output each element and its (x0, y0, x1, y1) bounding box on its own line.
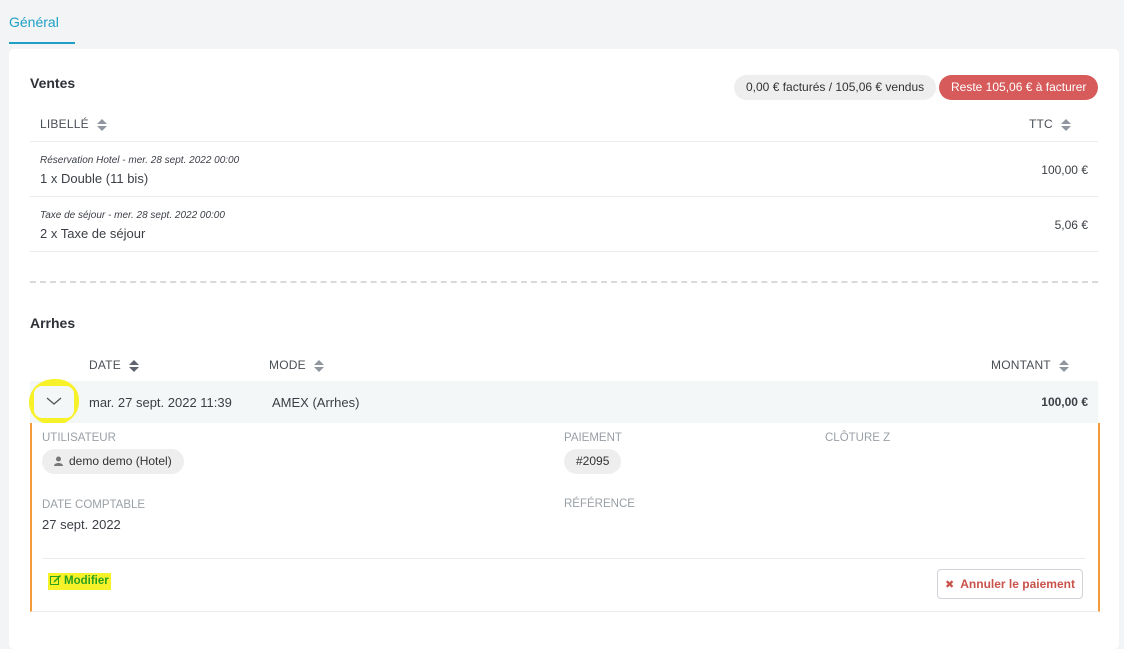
user-icon (54, 449, 63, 474)
column-header-date[interactable]: DATE (89, 358, 139, 372)
column-label-text: LIBELLÉ (40, 117, 89, 131)
row-subtitle: Taxe de séjour - mer. 28 sept. 2022 00:0… (40, 210, 225, 221)
payment-label: PAIEMENT (564, 432, 622, 444)
sort-icon (128, 359, 139, 372)
reference-label: RÉFÉRENCE (564, 498, 635, 510)
edit-icon (50, 573, 61, 590)
column-amount-text: MONTANT (991, 358, 1051, 372)
column-header-mode[interactable]: MODE (269, 358, 324, 372)
sort-icon (1058, 359, 1069, 372)
chevron-down-icon (46, 397, 62, 405)
divider (30, 196, 1098, 197)
cancel-label: Annuler le paiement (960, 577, 1075, 591)
row-amount: 100,00 € (1041, 163, 1088, 177)
sort-icon (1060, 118, 1071, 131)
column-date-text: DATE (89, 358, 121, 372)
divider (30, 141, 1098, 142)
column-header-ttc[interactable]: TTC (1029, 117, 1071, 131)
ventes-title: Ventes (30, 75, 76, 91)
modify-button[interactable]: Modifier (48, 573, 111, 590)
row-amount: 5,06 € (1054, 218, 1088, 232)
payment-amount: 100,00 € (1041, 395, 1088, 409)
closure-label: CLÔTURE Z (825, 432, 891, 444)
sort-icon (96, 118, 107, 131)
user-chip: demo demo (Hotel) (42, 449, 184, 474)
accounting-date-value: 27 sept. 2022 (42, 517, 121, 532)
column-header-label[interactable]: LIBELLÉ (40, 117, 107, 131)
expand-toggle-button[interactable] (34, 386, 74, 418)
cancel-payment-button[interactable]: ✖ Annuler le paiement (937, 569, 1083, 599)
divider (30, 251, 1098, 252)
remaining-to-bill-badge[interactable]: Reste 105,06 € à facturer (939, 75, 1099, 100)
row-subtitle: Réservation Hotel - mer. 28 sept. 2022 0… (40, 155, 240, 166)
billed-summary-badge: 0,00 € facturés / 105,06 € vendus (734, 75, 937, 100)
arrhes-title: Arrhes (30, 315, 76, 331)
tab-general[interactable]: Général (9, 14, 59, 30)
sort-icon (313, 359, 324, 372)
payment-number-chip: #2095 (564, 449, 622, 474)
column-mode-text: MODE (269, 358, 306, 372)
user-value: demo demo (Hotel) (69, 454, 172, 468)
accounting-date-label: DATE COMPTABLE (42, 499, 146, 511)
divider (42, 558, 1085, 559)
row-title: 1 x Double (11 bis) (40, 171, 149, 186)
section-separator (30, 281, 1098, 283)
user-label: UTILISATEUR (42, 432, 116, 444)
close-icon: ✖ (945, 579, 955, 591)
tab-active-indicator (9, 42, 75, 44)
column-header-amount[interactable]: MONTANT (991, 358, 1069, 372)
modify-label: Modifier (64, 575, 109, 587)
payment-date: mar. 27 sept. 2022 11:39 (89, 395, 232, 410)
payment-mode: AMEX (Arrhes) (272, 395, 360, 410)
row-title: 2 x Taxe de séjour (40, 226, 146, 241)
column-ttc-text: TTC (1029, 117, 1053, 131)
